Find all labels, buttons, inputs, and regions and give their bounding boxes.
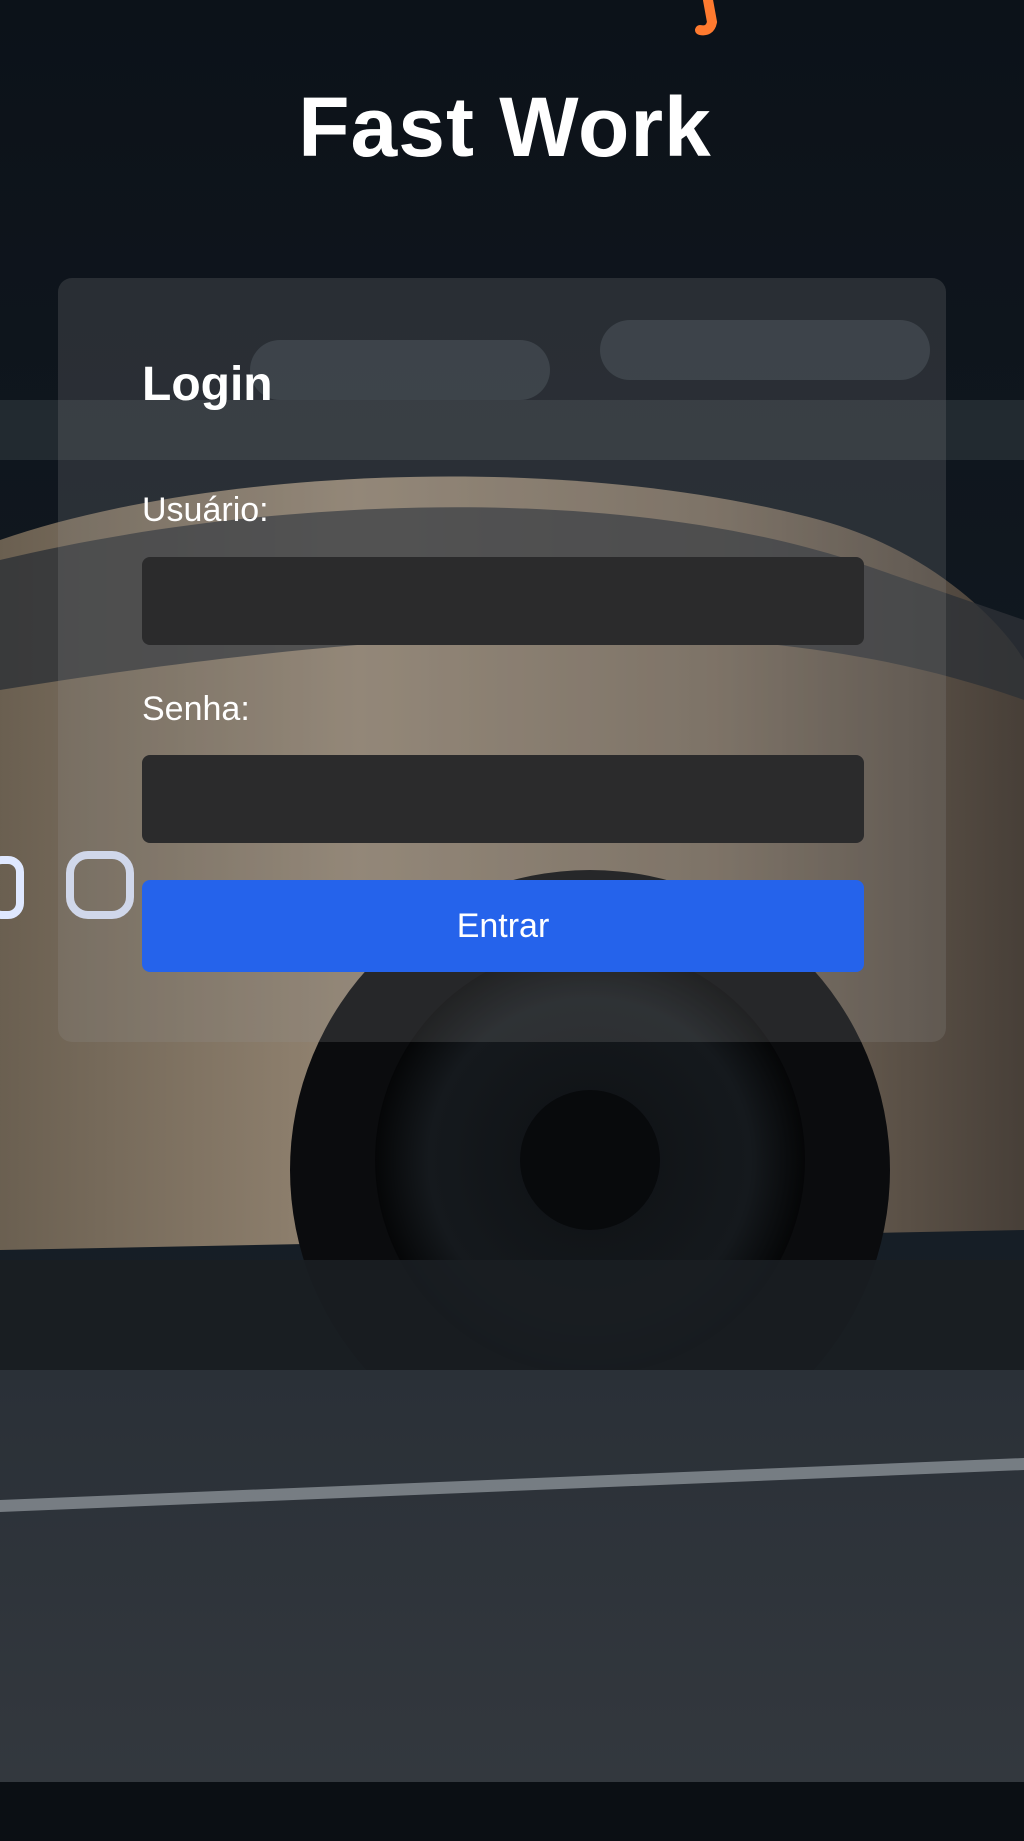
- password-input[interactable]: [142, 755, 864, 843]
- submit-button[interactable]: Entrar: [142, 880, 864, 972]
- username-label: Usuário:: [142, 491, 269, 529]
- app-title: Fast Work: [298, 80, 712, 174]
- username-input[interactable]: [142, 557, 864, 645]
- password-label: Senha:: [142, 690, 250, 728]
- login-heading: Login: [142, 358, 273, 411]
